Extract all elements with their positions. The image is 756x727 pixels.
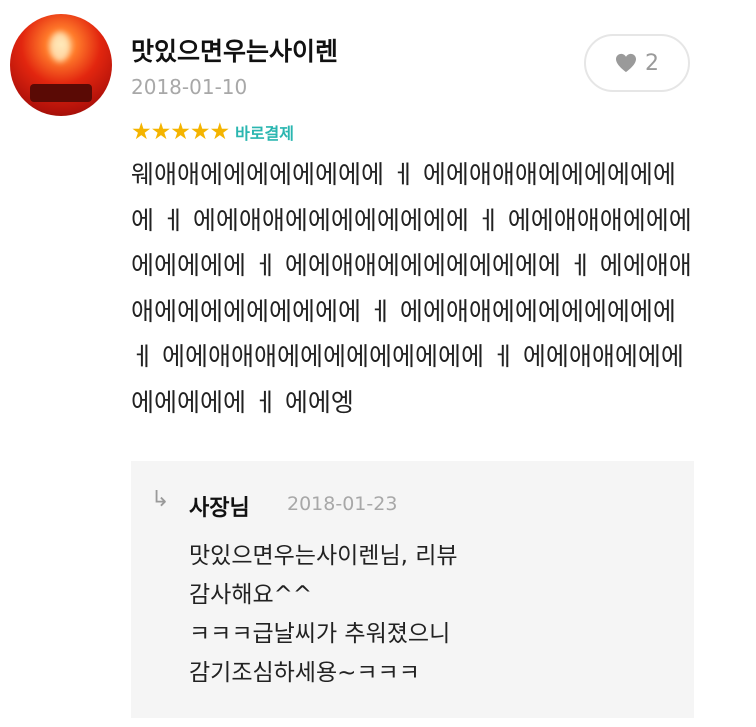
review-text: 웨애애에에에에에에에에 ㅔ 에에애애애에에에에에에에 ㅔ 에에애애에에에에에에에… bbox=[131, 160, 692, 417]
like-button[interactable]: 2 bbox=[584, 34, 690, 92]
avatar[interactable] bbox=[10, 14, 112, 116]
reply-arrow-icon: ↳ bbox=[151, 487, 170, 512]
owner-reply: ↳ 사장님 2018-01-23 맛있으면우는사이렌님, 리뷰 감사해요^^ ㅋ… bbox=[131, 461, 694, 718]
reply-text: 맛있으면우는사이렌님, 리뷰 감사해요^^ ㅋㅋㅋ급날씨가 추워졌으니 감기조심… bbox=[189, 543, 458, 686]
reply-author: 사장님 bbox=[189, 496, 250, 521]
reply-date: 2018-01-23 bbox=[287, 493, 398, 515]
review-username[interactable]: 맛있으면우는사이렌 bbox=[131, 32, 338, 68]
rating-row: ★★★★★ 바로결제 bbox=[131, 119, 294, 145]
payment-badge: 바로결제 bbox=[235, 124, 294, 143]
heart-icon bbox=[616, 53, 636, 73]
siren-light bbox=[50, 32, 70, 62]
star-rating: ★★★★★ bbox=[131, 119, 230, 145]
like-count: 2 bbox=[645, 50, 659, 76]
siren-base bbox=[30, 84, 92, 102]
review-date: 2018-01-10 bbox=[131, 75, 248, 99]
